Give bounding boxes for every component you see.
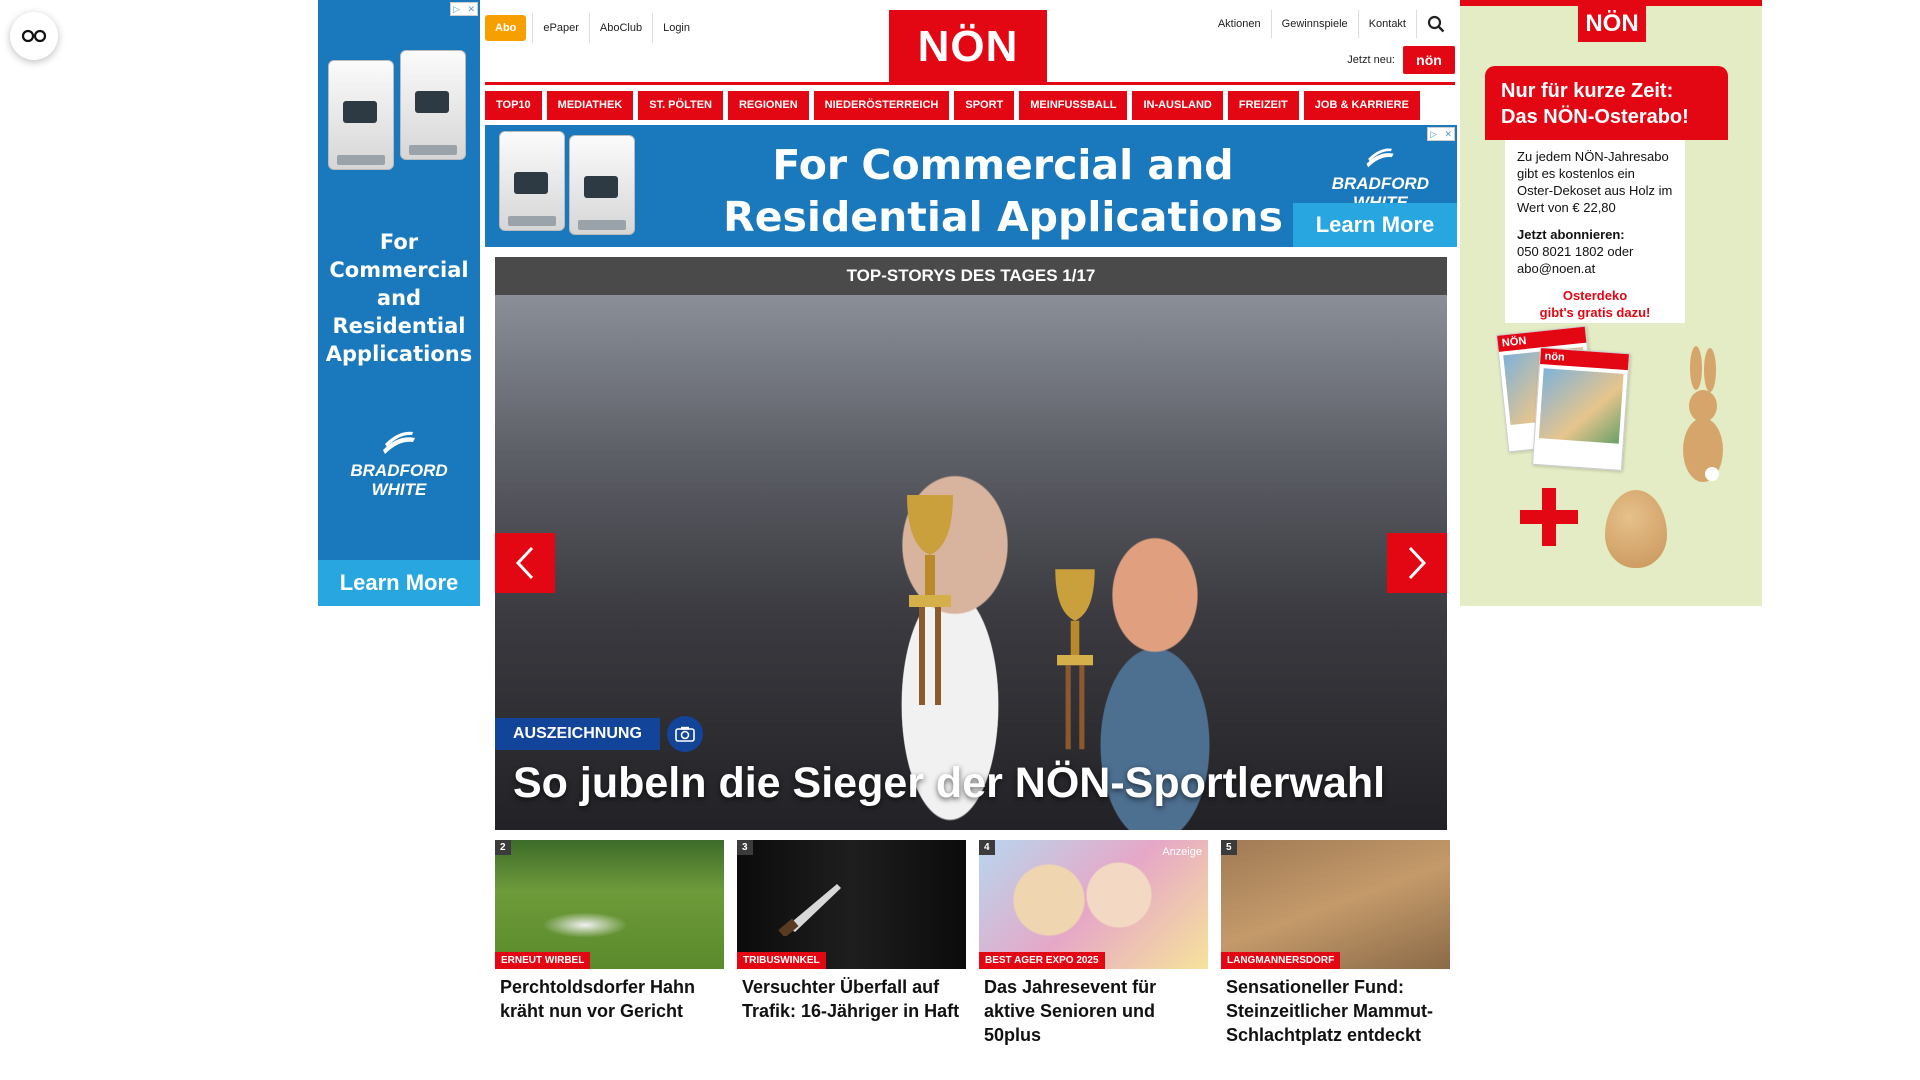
jetzt-neu-logo[interactable]: nön [1403, 46, 1455, 74]
top-stories-slider[interactable]: TOP-STORYS DES TAGES 1/17 AUSZEICHNUNG S… [495, 257, 1447, 830]
story-title[interactable]: Sensationeller Fund: Steinzeitlicher Mam… [1221, 969, 1450, 1047]
category-niederoesterreich[interactable]: NIEDERÖSTERREICH [813, 91, 950, 120]
left-skyscraper-ad[interactable]: ▷ ✕ For Commercial and Residential Applic… [318, 0, 480, 606]
story-title[interactable]: Das Jahresevent für aktive Senioren und … [979, 969, 1208, 1047]
magazine-image: NÖN nön [1496, 325, 1632, 480]
category-navigation: TOP10 MEDIATHEK ST. PÖLTEN REGIONEN NIED… [485, 91, 1457, 120]
hero-headline[interactable]: So jubeln die Sieger der NÖN-Sportlerwah… [513, 759, 1385, 808]
aboclub-link[interactable]: AboClub [588, 13, 652, 43]
easter-egg-image [1605, 490, 1667, 568]
story-number: 3 [737, 840, 753, 855]
chevron-right-icon [1408, 546, 1427, 580]
story-category-tag[interactable]: AUSZEICHNUNG [495, 718, 660, 750]
learn-more-button[interactable]: Learn More [1293, 203, 1457, 247]
epaper-link[interactable]: ePaper [532, 13, 588, 43]
plus-icon [1520, 488, 1578, 546]
chevron-left-icon [515, 546, 534, 580]
flame-icon [1366, 148, 1394, 168]
site-header: Abo ePaper AboClub Login NÖN Aktionen Ge… [485, 0, 1455, 86]
search-icon [1427, 15, 1445, 33]
slider-next-button[interactable] [1387, 533, 1447, 593]
story-cards: 2 ERNEUT WIRBEL Perchtoldsdorfer Hahn kr… [495, 840, 1450, 1047]
category-regionen[interactable]: REGIONEN [727, 91, 809, 120]
promo-badge: Nur für kurze Zeit: Das NÖN-Osterabo! [1485, 66, 1728, 140]
kontakt-link[interactable]: Kontakt [1359, 10, 1417, 38]
noen-logo[interactable]: NÖN [889, 10, 1047, 84]
story-number: 5 [1221, 840, 1237, 855]
category-meinfussball[interactable]: MEINFUSSBALL [1019, 91, 1128, 120]
category-job-karriere[interactable]: JOB & KARRIERE [1303, 91, 1420, 120]
adchoices-icon[interactable]: ▷ ✕ [1427, 127, 1455, 141]
story-number: 4 [979, 840, 995, 855]
easter-bunny-image [1683, 346, 1723, 482]
ad-label: Anzeige [1162, 846, 1202, 858]
category-sport[interactable]: SPORT [954, 91, 1015, 120]
story-thumbnail[interactable]: 3 TRIBUSWINKEL [737, 840, 966, 969]
flame-icon [383, 431, 415, 454]
leaderboard-ad[interactable]: ▷ ✕ For Commercial and Residential Applic… [485, 125, 1457, 247]
trophy-image [907, 495, 953, 705]
story-kicker: ERNEUT WIRBEL [495, 952, 591, 969]
promo-info: Zu jedem NÖN-Jahresabo gibt es kostenlos… [1505, 140, 1685, 323]
category-freizeit[interactable]: FREIZEIT [1227, 91, 1299, 120]
slider-prev-button[interactable] [495, 533, 555, 593]
gallery-button[interactable] [667, 716, 703, 752]
right-promo-ad[interactable]: NÖN ​ Nur für kurze Zeit: Das NÖN-Ostera… [1460, 0, 1762, 606]
category-mediathek[interactable]: MEDIATHEK [546, 91, 634, 120]
adchoices-icon[interactable]: ▷ ✕ [450, 2, 478, 16]
jetzt-neu[interactable]: Jetzt neu: nön [1347, 46, 1455, 74]
ad-product-image [328, 50, 470, 180]
top-navigation: Abo ePaper AboClub Login [485, 13, 700, 43]
story-title[interactable]: Versuchter Überfall auf Trafik: 16-Jähri… [737, 969, 966, 1023]
search-button[interactable] [1417, 10, 1455, 38]
knife-image [778, 884, 841, 936]
banner-headline: For Commercial and Residential Applicati… [723, 141, 1283, 241]
category-st-poelten[interactable]: ST. PÖLTEN [638, 91, 723, 120]
story-card[interactable]: 3 TRIBUSWINKEL Versuchter Überfall auf T… [737, 840, 966, 1047]
story-card[interactable]: 5 LANGMANNERSDORF Sensationeller Fund: S… [1221, 840, 1450, 1047]
reader-mode-button[interactable] [10, 12, 58, 60]
category-top10[interactable]: TOP10 [485, 91, 542, 120]
gewinnspiele-link[interactable]: Gewinnspiele [1272, 10, 1359, 38]
camera-icon [675, 726, 695, 742]
story-number: 2 [495, 840, 511, 855]
story-thumbnail[interactable]: 5 LANGMANNERSDORF [1221, 840, 1450, 969]
abo-button[interactable]: Abo [485, 15, 527, 41]
learn-more-button[interactable]: Learn More [318, 560, 480, 606]
trophy-image [1055, 569, 1095, 750]
story-kicker: BEST AGER EXPO 2025 [979, 952, 1105, 969]
header-divider [485, 82, 1455, 85]
story-card[interactable]: 4 Anzeige BEST AGER EXPO 2025 Das Jahres… [979, 840, 1208, 1047]
story-kicker: LANGMANNERSDORF [1221, 952, 1341, 969]
jetzt-neu-label: Jetzt neu: [1347, 54, 1395, 66]
noen-logo: NÖN [1578, 6, 1646, 42]
story-title[interactable]: Perchtoldsdorfer Hahn kräht nun vor Geri… [495, 969, 724, 1023]
bradford-white-logo: BRADFORD WHITE [318, 430, 480, 499]
aktionen-link[interactable]: Aktionen [1208, 10, 1272, 38]
story-kicker: TRIBUSWINKEL [737, 952, 826, 969]
utility-navigation: Aktionen Gewinnspiele Kontakt [1208, 10, 1455, 38]
story-thumbnail[interactable]: 4 Anzeige BEST AGER EXPO 2025 [979, 840, 1208, 969]
ad-product-image [499, 131, 639, 241]
story-thumbnail[interactable]: 2 ERNEUT WIRBEL [495, 840, 724, 969]
glasses-icon [21, 29, 47, 43]
slider-header: TOP-STORYS DES TAGES 1/17 [495, 257, 1447, 295]
ad-headline: For Commercial and Residential Applicati… [325, 230, 473, 366]
category-in-ausland[interactable]: IN-AUSLAND [1132, 91, 1223, 120]
login-link[interactable]: Login [652, 13, 700, 43]
story-card[interactable]: 2 ERNEUT WIRBEL Perchtoldsdorfer Hahn kr… [495, 840, 724, 1047]
